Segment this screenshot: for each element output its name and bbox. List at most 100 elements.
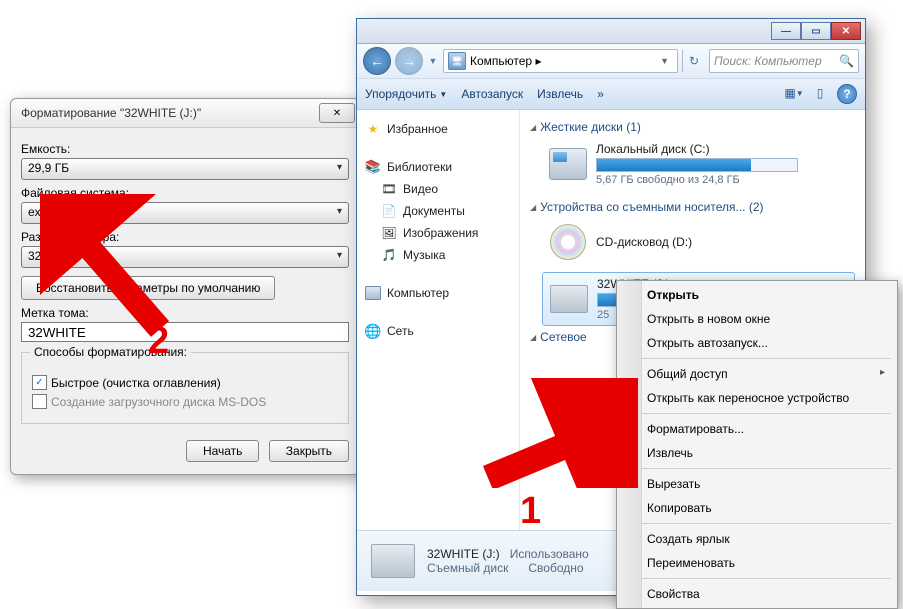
drive-local-c[interactable]: Локальный диск (C:) 5,67 ГБ свободно из … bbox=[530, 138, 855, 196]
search-input[interactable]: Поиск: Компьютер 🔍 bbox=[709, 49, 859, 73]
optical-disc-icon bbox=[550, 224, 586, 260]
capacity-label: Емкость: bbox=[21, 142, 349, 156]
monitor-icon bbox=[365, 286, 381, 300]
volume-label-input[interactable] bbox=[21, 322, 349, 342]
status-used-label: Использовано bbox=[510, 547, 589, 561]
ctx-open[interactable]: Открыть bbox=[619, 283, 895, 307]
usage-bar bbox=[596, 158, 798, 172]
view-tiles-button[interactable]: ▦▼ bbox=[785, 84, 803, 102]
sidebar-item-video[interactable]: 🎞 Видео bbox=[363, 178, 513, 200]
eject-toolbar-button[interactable]: Извлечь bbox=[537, 87, 583, 101]
ctx-open-autorun[interactable]: Открыть автозапуск... bbox=[619, 331, 895, 355]
ctx-rename[interactable]: Переименовать bbox=[619, 551, 895, 575]
forward-button[interactable]: → bbox=[395, 47, 423, 75]
ctx-open-new-window[interactable]: Открыть в новом окне bbox=[619, 307, 895, 331]
annotation-number-1: 1 bbox=[520, 490, 541, 533]
search-icon: 🔍 bbox=[839, 54, 854, 68]
documents-label: Документы bbox=[403, 204, 465, 218]
format-title: Форматирование "32WHITE (J:)" bbox=[21, 106, 319, 120]
star-icon: ★ bbox=[365, 121, 381, 137]
collapse-icon: ◢ bbox=[530, 123, 536, 132]
minimize-button[interactable]: — bbox=[771, 22, 801, 40]
removable-drive-icon bbox=[550, 285, 588, 313]
drive-name: CD-дисковод (D:) bbox=[596, 235, 855, 249]
close-button[interactable]: Закрыть bbox=[269, 440, 349, 462]
filesystem-label: Файловая система: bbox=[21, 186, 349, 200]
network-label: Сеть bbox=[387, 324, 414, 338]
ctx-eject[interactable]: Извлечь bbox=[619, 441, 895, 465]
chevron-down-icon: ▼ bbox=[439, 90, 447, 99]
ctx-sharing[interactable]: Общий доступ bbox=[619, 362, 895, 386]
capacity-select[interactable]: 29,9 ГБ bbox=[21, 158, 349, 180]
video-label: Видео bbox=[403, 182, 438, 196]
annotation-number-2: 2 bbox=[148, 320, 169, 363]
close-window-button[interactable]: ✕ bbox=[831, 22, 861, 40]
video-icon: 🎞 bbox=[381, 181, 397, 197]
quick-format-checkbox[interactable]: ✓ bbox=[32, 375, 47, 390]
command-bar: Упорядочить ▼ Автозапуск Извлечь » ▦▼ ▯ … bbox=[357, 79, 865, 110]
removable-drive-icon bbox=[371, 544, 415, 578]
ctx-portable-device[interactable]: Открыть как переносное устройство bbox=[619, 386, 895, 410]
organize-label: Упорядочить bbox=[365, 87, 436, 101]
music-label: Музыка bbox=[403, 248, 445, 262]
address-text: Компьютер ▸ bbox=[470, 54, 652, 68]
sidebar-item-libraries[interactable]: 📚 Библиотеки bbox=[363, 156, 513, 178]
maximize-button[interactable]: ▭ bbox=[801, 22, 831, 40]
format-methods-group: Способы форматирования: ✓ Быстрое (очист… bbox=[21, 352, 349, 424]
sidebar-item-network[interactable]: 🌐 Сеть bbox=[363, 320, 513, 342]
sidebar-item-music[interactable]: 🎵 Музыка bbox=[363, 244, 513, 266]
start-button[interactable]: Начать bbox=[186, 440, 260, 462]
ctx-properties[interactable]: Свойства bbox=[619, 582, 895, 606]
address-bar[interactable]: 🖥 Компьютер ▸ ▼ bbox=[443, 49, 678, 73]
restore-defaults-button[interactable]: Восстановить параметры по умолчанию bbox=[21, 276, 275, 300]
status-drive-name: 32WHITE (J:) bbox=[427, 547, 500, 561]
start-button-label: Начать bbox=[203, 444, 243, 458]
section-hard-drives[interactable]: ◢ Жесткие диски (1) bbox=[530, 116, 855, 138]
filesystem-select[interactable]: exFAT bbox=[21, 202, 349, 224]
section-removable[interactable]: ◢ Устройства со съемными носителя... (2) bbox=[530, 196, 855, 218]
context-menu: Открыть Открыть в новом окне Открыть авт… bbox=[616, 280, 898, 609]
close-icon[interactable]: ✕ bbox=[319, 103, 355, 123]
hdd-section-label: Жесткие диски (1) bbox=[540, 120, 641, 134]
collapse-icon: ◢ bbox=[530, 333, 536, 342]
organize-button[interactable]: Упорядочить ▼ bbox=[365, 87, 447, 101]
toolbar-overflow-icon[interactable]: » bbox=[597, 87, 604, 101]
ctx-create-shortcut[interactable]: Создать ярлык bbox=[619, 527, 895, 551]
removable-section-label: Устройства со съемными носителя... (2) bbox=[540, 200, 763, 214]
documents-icon: 📄 bbox=[381, 203, 397, 219]
ctx-format[interactable]: Форматировать... bbox=[619, 417, 895, 441]
libraries-icon: 📚 bbox=[365, 159, 381, 175]
status-type: Съемный диск bbox=[427, 561, 508, 575]
restore-defaults-label: Восстановить параметры по умолчанию bbox=[36, 281, 260, 295]
help-button[interactable]: ? bbox=[837, 84, 857, 104]
pictures-label: Изображения bbox=[403, 226, 478, 240]
drive-dvd-d[interactable]: CD-дисковод (D:) bbox=[530, 218, 855, 272]
libraries-label: Библиотеки bbox=[387, 160, 452, 174]
sidebar-item-documents[interactable]: 📄 Документы bbox=[363, 200, 513, 222]
back-button[interactable]: ← bbox=[363, 47, 391, 75]
close-button-label: Закрыть bbox=[286, 444, 332, 458]
refresh-button[interactable]: ↻ bbox=[682, 50, 705, 72]
netloc-section-label: Сетевое bbox=[540, 330, 587, 344]
ctx-cut[interactable]: Вырезать bbox=[619, 472, 895, 496]
sidebar-item-pictures[interactable]: 🖼 Изображения bbox=[363, 222, 513, 244]
eject-label: Извлечь bbox=[537, 87, 583, 101]
drive-free-text: 5,67 ГБ свободно из 24,8 ГБ bbox=[596, 174, 855, 186]
explorer-titlebar: — ▭ ✕ bbox=[357, 19, 865, 44]
msdos-boot-checkbox bbox=[32, 394, 47, 409]
cluster-size-select[interactable]: 32 КБ bbox=[21, 246, 349, 268]
sidebar-item-computer[interactable]: Компьютер bbox=[363, 282, 513, 304]
nav-history-dropdown[interactable]: ▼ bbox=[427, 48, 439, 74]
preview-pane-button[interactable]: ▯ bbox=[811, 84, 829, 102]
ctx-copy[interactable]: Копировать bbox=[619, 496, 895, 520]
address-dropdown-icon[interactable]: ▼ bbox=[656, 56, 673, 66]
drive-name: Локальный диск (C:) bbox=[596, 142, 855, 156]
format-dialog: Форматирование "32WHITE (J:)" ✕ Емкость:… bbox=[10, 98, 360, 475]
nav-bar: ← → ▼ 🖥 Компьютер ▸ ▼ ↻ Поиск: Компьютер… bbox=[357, 44, 865, 79]
collapse-icon: ◢ bbox=[530, 203, 536, 212]
msdos-boot-label: Создание загрузочного диска MS-DOS bbox=[51, 395, 266, 409]
autorun-button[interactable]: Автозапуск bbox=[461, 87, 523, 101]
navigation-sidebar: ★ Избранное 📚 Библиотеки 🎞 Видео 📄 Докум… bbox=[357, 110, 520, 530]
sidebar-item-favorites[interactable]: ★ Избранное bbox=[363, 118, 513, 140]
capacity-value: 29,9 ГБ bbox=[28, 161, 69, 175]
